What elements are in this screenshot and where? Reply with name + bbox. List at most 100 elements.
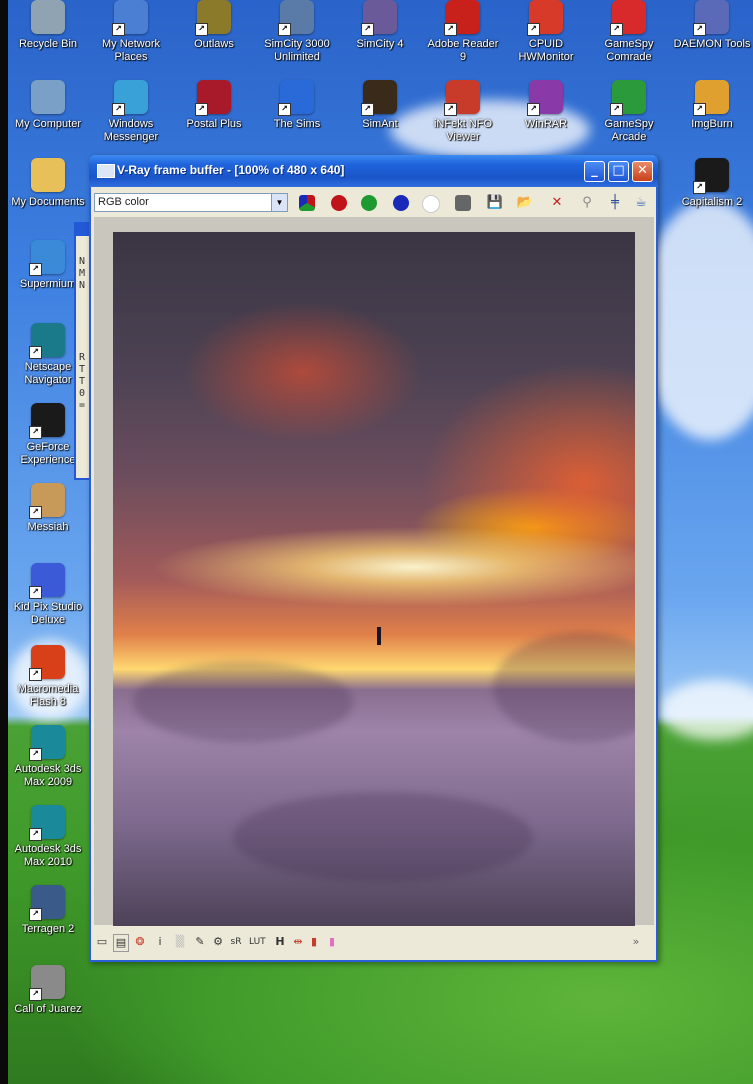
levels-icon[interactable]: H <box>273 934 287 950</box>
shortcut-arrow-icon: ↗ <box>29 748 42 761</box>
desktop-icon-label: Call of Juarez <box>14 1003 82 1015</box>
recycle-bin-icon <box>31 0 65 34</box>
adobe-reader-icon: ↗ <box>444 0 480 36</box>
desktop-icon[interactable]: ↗ DAEMON Tools <box>673 0 751 51</box>
desktop-icon[interactable]: ↗ GameSpy Arcade <box>590 80 668 144</box>
netscape-icon: ↗ <box>29 323 65 359</box>
simcity-3000-icon: ↗ <box>278 0 314 36</box>
desktop-icon[interactable]: ↗ Windows Messenger <box>92 80 170 144</box>
show-rgb-icon[interactable] <box>297 194 317 212</box>
desktop-icon[interactable]: ↗ Postal Plus <box>175 80 253 131</box>
desktop-icon[interactable]: ↗ SimCity 4 <box>341 0 419 51</box>
histogram-icon[interactable]: LUT <box>249 934 266 950</box>
desktop-icon-label: Messiah <box>27 521 69 533</box>
desktop-icon-label: Recycle Bin <box>18 38 78 50</box>
shortcut-arrow-icon: ↗ <box>610 103 623 116</box>
open-icon[interactable]: 📂 <box>515 194 535 212</box>
desktop-icon-label: SimAnt <box>362 118 398 130</box>
window-app-icon <box>97 164 115 178</box>
desktop-icon[interactable]: ↗ WinRAR <box>507 80 585 131</box>
human-figure <box>377 627 381 645</box>
terragen-icon: ↗ <box>29 885 65 921</box>
compare-icon[interactable]: ▮ <box>325 934 339 950</box>
desktop-icon[interactable]: My Computer <box>9 80 87 131</box>
desktop-icon[interactable]: ↗ Outlaws <box>175 0 253 51</box>
desktop-icon[interactable]: ↗ Kid Pix Studio Deluxe <box>9 563 87 627</box>
desktop-icon[interactable]: ↗ Messiah <box>9 483 87 534</box>
window-icon[interactable]: ▭ <box>95 934 109 950</box>
desktop-icon[interactable]: My Documents <box>9 158 87 209</box>
mono-icon[interactable] <box>453 194 473 212</box>
desktop-icon[interactable]: ↗ Terragen 2 <box>9 885 87 936</box>
teapot-render-icon[interactable]: ☕ <box>631 194 651 212</box>
gamespy-arcade-icon: ↗ <box>610 80 646 116</box>
desktop-icon[interactable]: ↗ My Network Places <box>92 0 170 64</box>
blue-channel-icon[interactable] <box>391 194 411 212</box>
pixel-info-icon[interactable]: ▤ <box>113 934 129 952</box>
minimize-button[interactable]: _ <box>584 161 605 182</box>
maximize-button[interactable]: □ <box>608 161 629 182</box>
desktop-icon[interactable]: ↗ GameSpy Comrade <box>590 0 668 64</box>
region-render-icon[interactable]: ╪ <box>605 194 625 212</box>
desktop-icon[interactable]: ↗ iNFekt NFO Viewer <box>424 80 502 144</box>
rendered-image <box>113 232 635 926</box>
shortcut-arrow-icon: ↗ <box>29 988 42 1001</box>
desktop-icon[interactable]: ↗ Capitalism 2 <box>673 158 751 209</box>
close-button[interactable]: ✕ <box>632 161 653 182</box>
expand-icon[interactable]: » <box>629 934 643 950</box>
3ds-max-2010-icon: ↗ <box>29 805 65 841</box>
vray-frame-buffer-window[interactable]: V-Ray frame buffer - [100% of 480 x 640]… <box>89 155 658 962</box>
desktop-icon[interactable]: ↗ Autodesk 3ds Max 2009 <box>9 725 87 789</box>
screen-bezel <box>0 0 8 1084</box>
shortcut-arrow-icon: ↗ <box>29 426 42 439</box>
dune-shadow <box>493 632 635 742</box>
desktop-icon[interactable]: ↗ Call of Juarez <box>9 965 87 1016</box>
shortcut-arrow-icon: ↗ <box>527 103 540 116</box>
the-sims-icon: ↗ <box>278 80 314 116</box>
alpha-channel-icon[interactable] <box>421 194 441 213</box>
stop-icon[interactable]: ▮ <box>307 934 321 950</box>
channel-select[interactable]: RGB color ▼ <box>94 193 288 212</box>
title-bar[interactable]: V-Ray frame buffer - [100% of 480 x 640]… <box>89 155 658 187</box>
shortcut-arrow-icon: ↗ <box>29 908 42 921</box>
my-computer-icon <box>31 80 65 114</box>
chevron-down-icon[interactable]: ▼ <box>271 194 287 211</box>
save-icon[interactable]: 💾 <box>485 194 505 212</box>
shortcut-arrow-icon: ↗ <box>693 23 706 36</box>
desktop-icon[interactable]: ↗ ImgBurn <box>673 80 751 131</box>
lut-icon[interactable]: sR <box>229 934 243 950</box>
desktop-icon[interactable]: ↗ CPUID HWMonitor <box>507 0 585 64</box>
render-area <box>94 217 654 926</box>
capitalism-2-icon: ↗ <box>693 158 729 194</box>
my-documents-icon <box>31 158 65 192</box>
desktop-icon[interactable]: ↗ The Sims <box>258 80 336 131</box>
track-mouse-icon[interactable]: ⚲ <box>577 194 597 212</box>
3ds-max-2009-icon: ↗ <box>29 725 65 761</box>
wallpaper-cloud <box>660 680 753 740</box>
history-icon[interactable]: ⇹ <box>291 934 305 950</box>
desktop-icon[interactable]: ↗ SimAnt <box>341 80 419 131</box>
info-icon[interactable]: i <box>153 934 167 950</box>
flash-8-icon: ↗ <box>29 645 65 681</box>
green-channel-icon[interactable] <box>359 194 379 212</box>
desktop-icon-label: My Computer <box>14 118 82 130</box>
shortcut-arrow-icon: ↗ <box>195 23 208 36</box>
red-channel-icon[interactable] <box>329 194 349 212</box>
shortcut-arrow-icon: ↗ <box>361 23 374 36</box>
desktop-icon[interactable]: ↗ Macromedia Flash 8 <box>9 645 87 709</box>
clear-icon[interactable]: ✕ <box>547 194 567 212</box>
shortcut-arrow-icon: ↗ <box>29 346 42 359</box>
shortcut-arrow-icon: ↗ <box>361 103 374 116</box>
desktop-icon[interactable]: Recycle Bin <box>9 0 87 51</box>
desktop-icon-label: WinRAR <box>524 118 568 130</box>
shortcut-arrow-icon: ↗ <box>29 828 42 841</box>
desktop-icon-label: GameSpy Arcade <box>604 118 654 143</box>
shortcut-arrow-icon: ↗ <box>278 103 291 116</box>
srgb-icon[interactable]: ⚙ <box>211 934 225 950</box>
desktop-icon[interactable]: ↗ SimCity 3000 Unlimited <box>258 0 336 64</box>
lens-icon[interactable]: ✎ <box>193 934 207 950</box>
color-corrections-icon[interactable]: ❂ <box>133 934 147 950</box>
desktop-icon[interactable]: ↗ Adobe Reader 9 <box>424 0 502 64</box>
desktop-icon[interactable]: ↗ Autodesk 3ds Max 2010 <box>9 805 87 869</box>
show-corrections-icon[interactable]: ▒ <box>173 934 187 950</box>
